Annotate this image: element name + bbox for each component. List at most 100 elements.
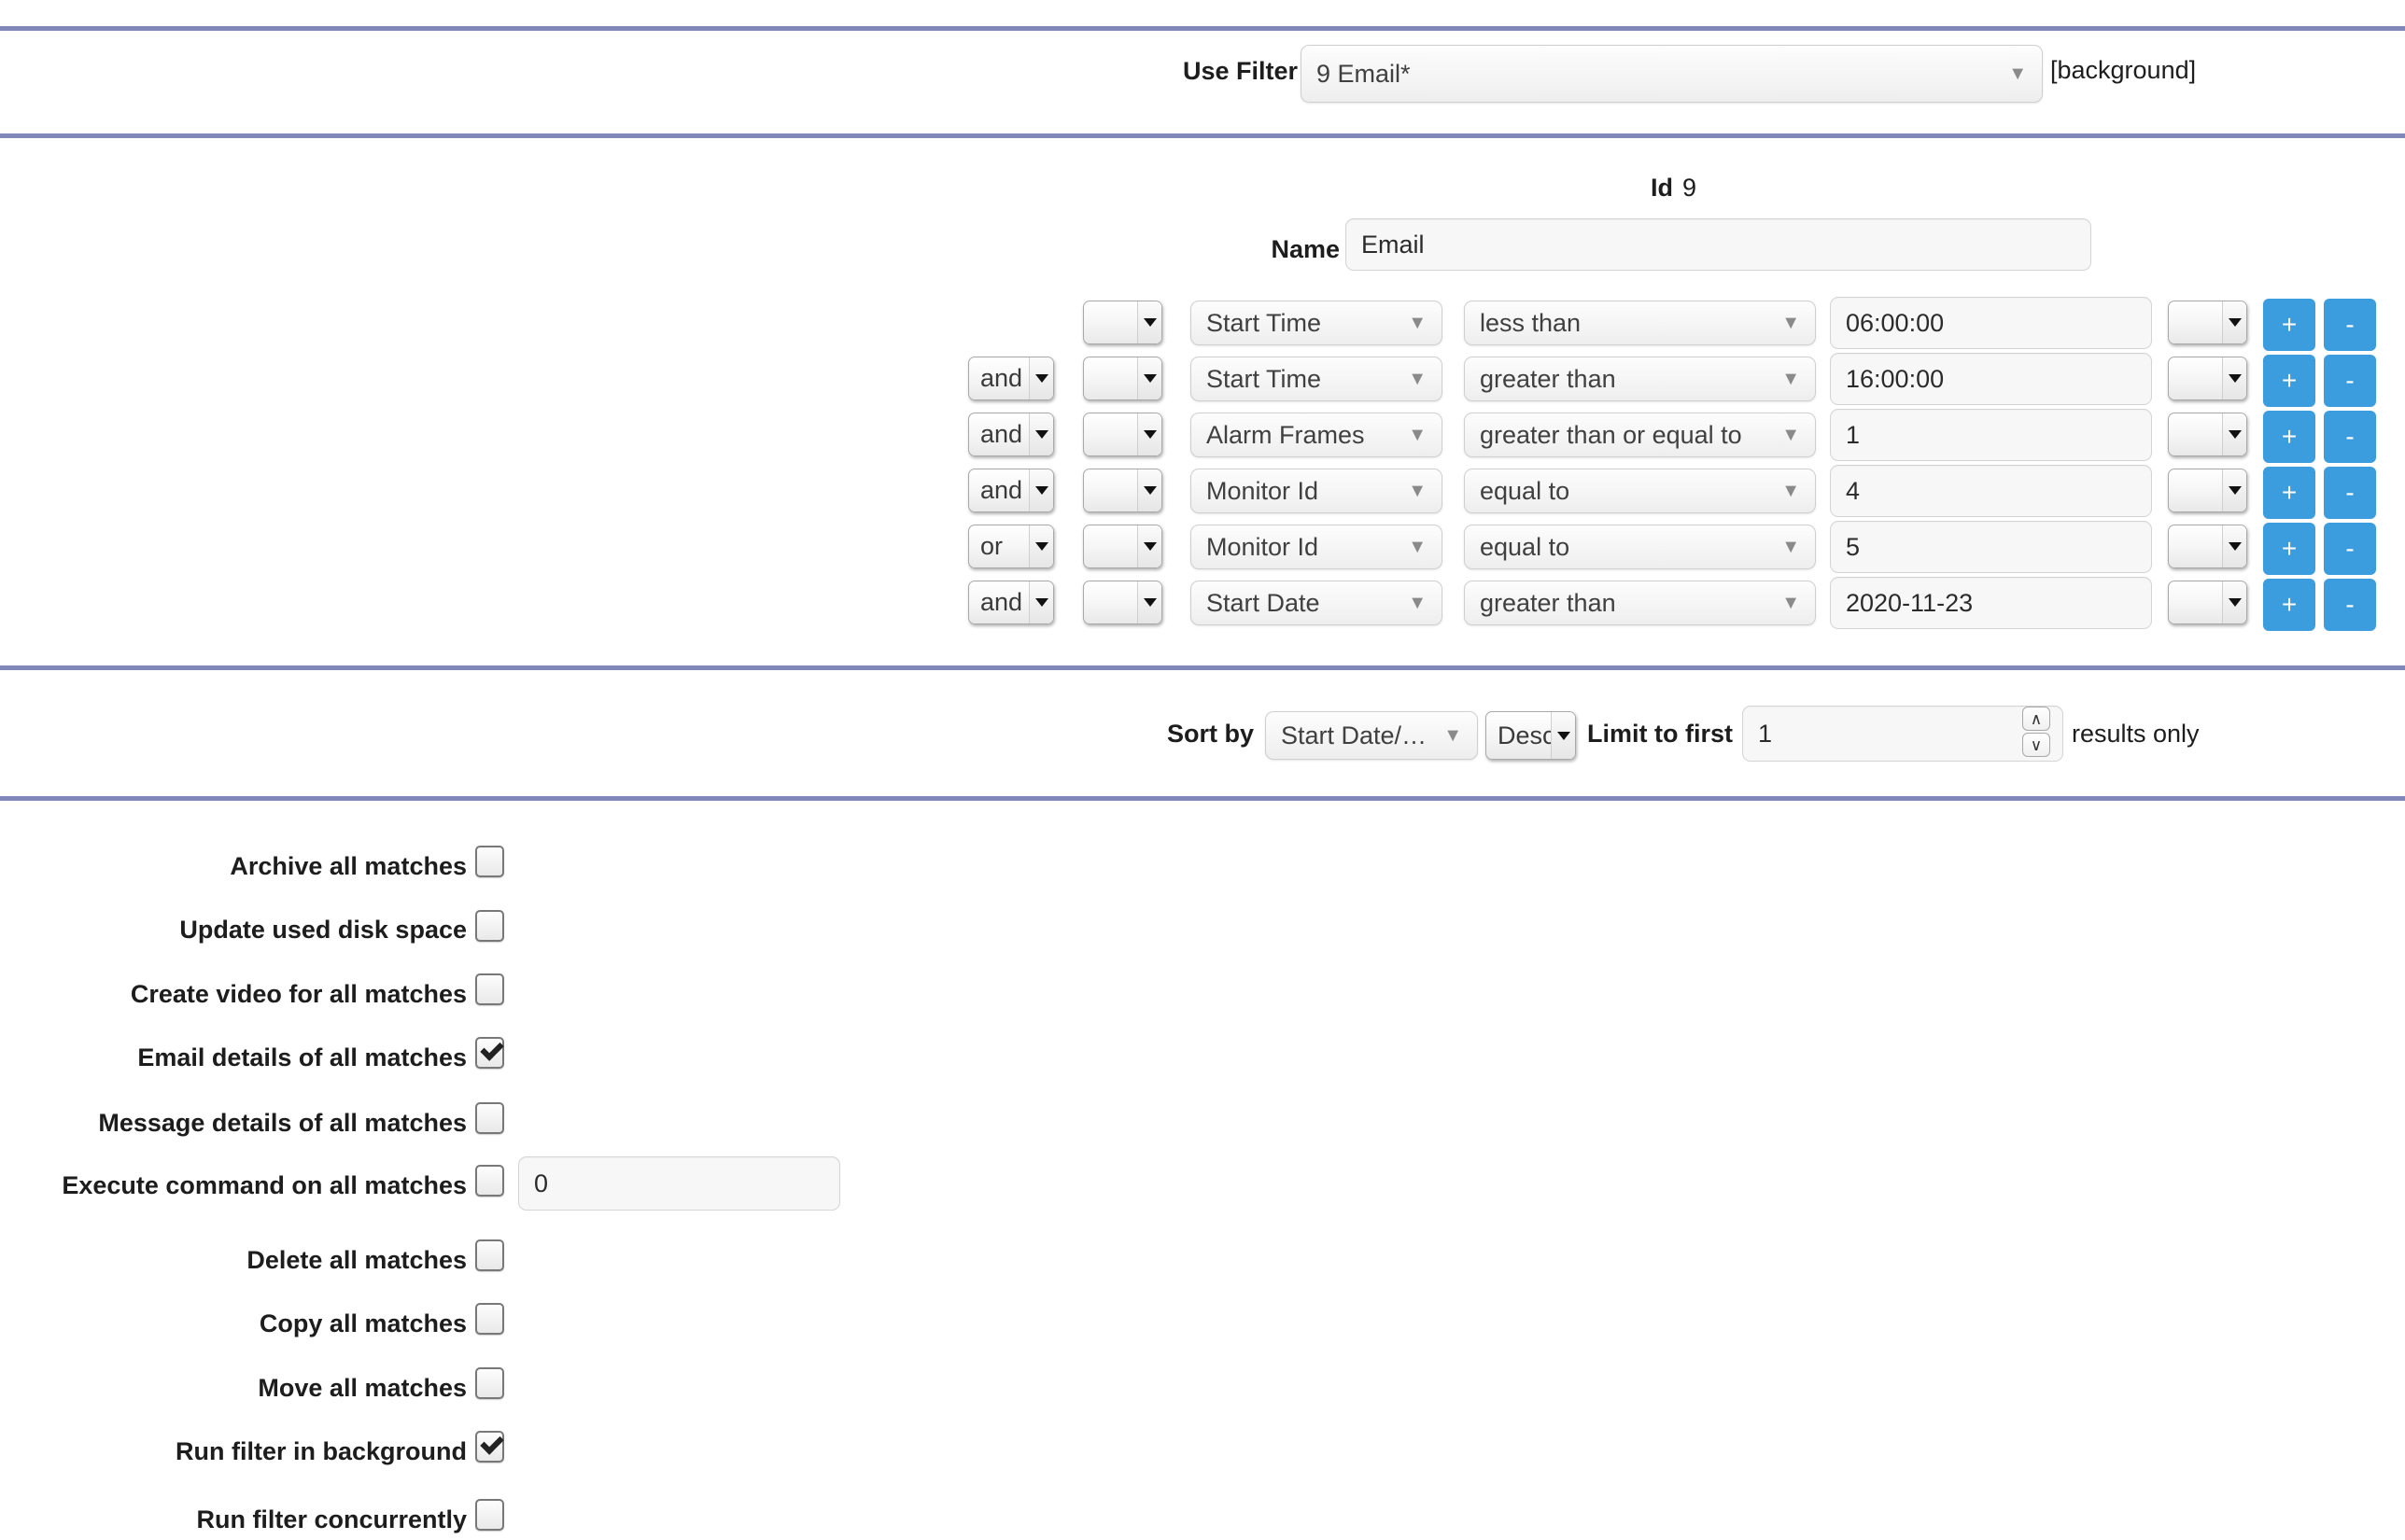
action-label-3: Email details of all matches [137,1043,467,1071]
filter-id-label: Id [1651,174,1673,202]
conjunction-select-1[interactable]: and [968,357,1054,400]
background-note: [background] [2050,56,2197,84]
action-checkbox-10[interactable] [475,1499,504,1531]
chevron-down-icon: ▼ [1408,593,1427,613]
bracket-open-select-5[interactable] [1083,581,1162,624]
limit-stepper-up-icon[interactable]: ∧ [2022,707,2050,731]
action-checkbox-0[interactable] [475,846,504,877]
bracket-open-select-4[interactable] [1083,525,1162,568]
action-checkbox-8[interactable] [475,1367,504,1399]
sort-direction-value: Desc [1498,721,1551,749]
add-term-button-2[interactable]: + [2263,411,2315,463]
remove-term-button-4[interactable]: - [2324,523,2376,575]
conjunction-value-5: and [980,588,1023,616]
limit-stepper[interactable]: ∧ ∨ [2022,707,2050,757]
attribute-select-3[interactable]: Monitor Id ▼ [1190,469,1442,513]
filter-editor-page: Use Filter 9 Email* ▼ [background] Id 9 … [0,0,2405,1540]
operator-select-4[interactable]: equal to ▼ [1464,525,1816,569]
execute-command-input[interactable]: 0 [518,1156,840,1211]
remove-term-button-5[interactable]: - [2324,579,2376,631]
conjunction-select-3[interactable]: and [968,469,1054,512]
attribute-select-5[interactable]: Start Date ▼ [1190,581,1442,625]
value-input-3[interactable]: 4 [1830,465,2152,517]
action-checkbox-1[interactable] [475,910,504,942]
operator-value-2: greater than or equal to [1480,420,1742,449]
value-input-2[interactable]: 1 [1830,409,2152,461]
action-label-5: Execute command on all matches [62,1171,467,1199]
value-input-1[interactable]: 16:00:00 [1830,353,2152,405]
limit-stepper-down-icon[interactable]: ∨ [2022,733,2050,757]
value-input-4[interactable]: 5 [1830,521,2152,573]
bracket-close-select-3[interactable] [2168,469,2247,512]
operator-value-4: equal to [1480,532,1570,561]
attribute-value-0: Start Time [1206,308,1322,337]
chevron-down-icon: ▼ [1781,313,1800,333]
use-filter-label: Use Filter [1182,57,1298,85]
remove-term-button-0[interactable]: - [2324,299,2376,351]
value-text-5: 2020-11-23 [1846,588,1974,617]
operator-value-0: less than [1480,308,1582,337]
attribute-select-4[interactable]: Monitor Id ▼ [1190,525,1442,569]
action-checkbox-4[interactable] [475,1102,504,1134]
add-term-button-0[interactable]: + [2263,299,2315,351]
bracket-open-select-3[interactable] [1083,469,1162,512]
operator-select-0[interactable]: less than ▼ [1464,301,1816,345]
operator-select-2[interactable]: greater than or equal to ▼ [1464,413,1816,457]
conjunction-select-2[interactable]: and [968,413,1054,456]
action-checkbox-7[interactable] [475,1303,504,1335]
use-filter-select[interactable]: 9 Email* ▼ [1301,45,2043,103]
operator-select-1[interactable]: greater than ▼ [1464,357,1816,401]
add-term-button-5[interactable]: + [2263,579,2315,631]
limit-input[interactable]: 1 [1742,706,2063,762]
sort-field-select[interactable]: Start Date/… ▼ [1265,711,1478,760]
operator-select-3[interactable]: equal to ▼ [1464,469,1816,513]
action-checkbox-3[interactable] [475,1037,504,1069]
filter-id-value: 9 [1682,174,1697,202]
action-checkbox-6[interactable] [475,1239,504,1271]
chevron-down-icon [1137,301,1161,343]
attribute-value-4: Monitor Id [1206,532,1319,561]
attribute-select-2[interactable]: Alarm Frames ▼ [1190,413,1442,457]
bracket-close-select-1[interactable] [2168,357,2247,400]
bracket-close-select-2[interactable] [2168,413,2247,456]
add-term-button-3[interactable]: + [2263,467,2315,519]
chevron-down-icon: ▼ [1408,537,1427,557]
action-checkbox-2[interactable] [475,973,504,1005]
attribute-select-0[interactable]: Start Time ▼ [1190,301,1442,345]
sort-direction-select[interactable]: Desc [1485,711,1576,760]
bracket-close-select-4[interactable] [2168,525,2247,568]
chevron-down-icon [1029,413,1053,455]
chevron-down-icon [1137,525,1161,567]
bracket-close-select-5[interactable] [2168,581,2247,624]
operator-value-3: equal to [1480,476,1570,505]
value-input-5[interactable]: 2020-11-23 [1830,577,2152,629]
attribute-select-1[interactable]: Start Time ▼ [1190,357,1442,401]
remove-term-button-3[interactable]: - [2324,467,2376,519]
action-label-4: Message details of all matches [98,1109,467,1137]
value-text-0: 06:00:00 [1846,308,1945,337]
action-checkbox-9[interactable] [475,1431,504,1463]
use-filter-selected-value: 9 Email* [1316,59,1411,88]
add-term-button-1[interactable]: + [2263,355,2315,407]
chevron-down-icon [1137,413,1161,455]
chevron-down-icon: ▼ [2008,63,2027,84]
add-term-button-4[interactable]: + [2263,523,2315,575]
bracket-close-select-0[interactable] [2168,301,2247,344]
chevron-down-icon [1137,469,1161,511]
value-input-0[interactable]: 06:00:00 [1830,297,2152,349]
execute-command-value: 0 [534,1169,549,1197]
bracket-open-select-2[interactable] [1083,413,1162,456]
remove-term-button-2[interactable]: - [2324,411,2376,463]
conjunction-select-5[interactable]: and [968,581,1054,624]
filter-name-input[interactable]: Email [1345,218,2091,271]
bracket-open-select-1[interactable] [1083,357,1162,400]
action-checkbox-5[interactable] [475,1165,504,1197]
bracket-open-select-0[interactable] [1083,301,1162,344]
attribute-value-2: Alarm Frames [1206,420,1365,449]
operator-select-5[interactable]: greater than ▼ [1464,581,1816,625]
conjunction-value-3: and [980,476,1023,504]
chevron-down-icon [2222,525,2246,567]
remove-term-button-1[interactable]: - [2324,355,2376,407]
value-text-4: 5 [1846,532,1861,561]
conjunction-select-4[interactable]: or [968,525,1054,568]
